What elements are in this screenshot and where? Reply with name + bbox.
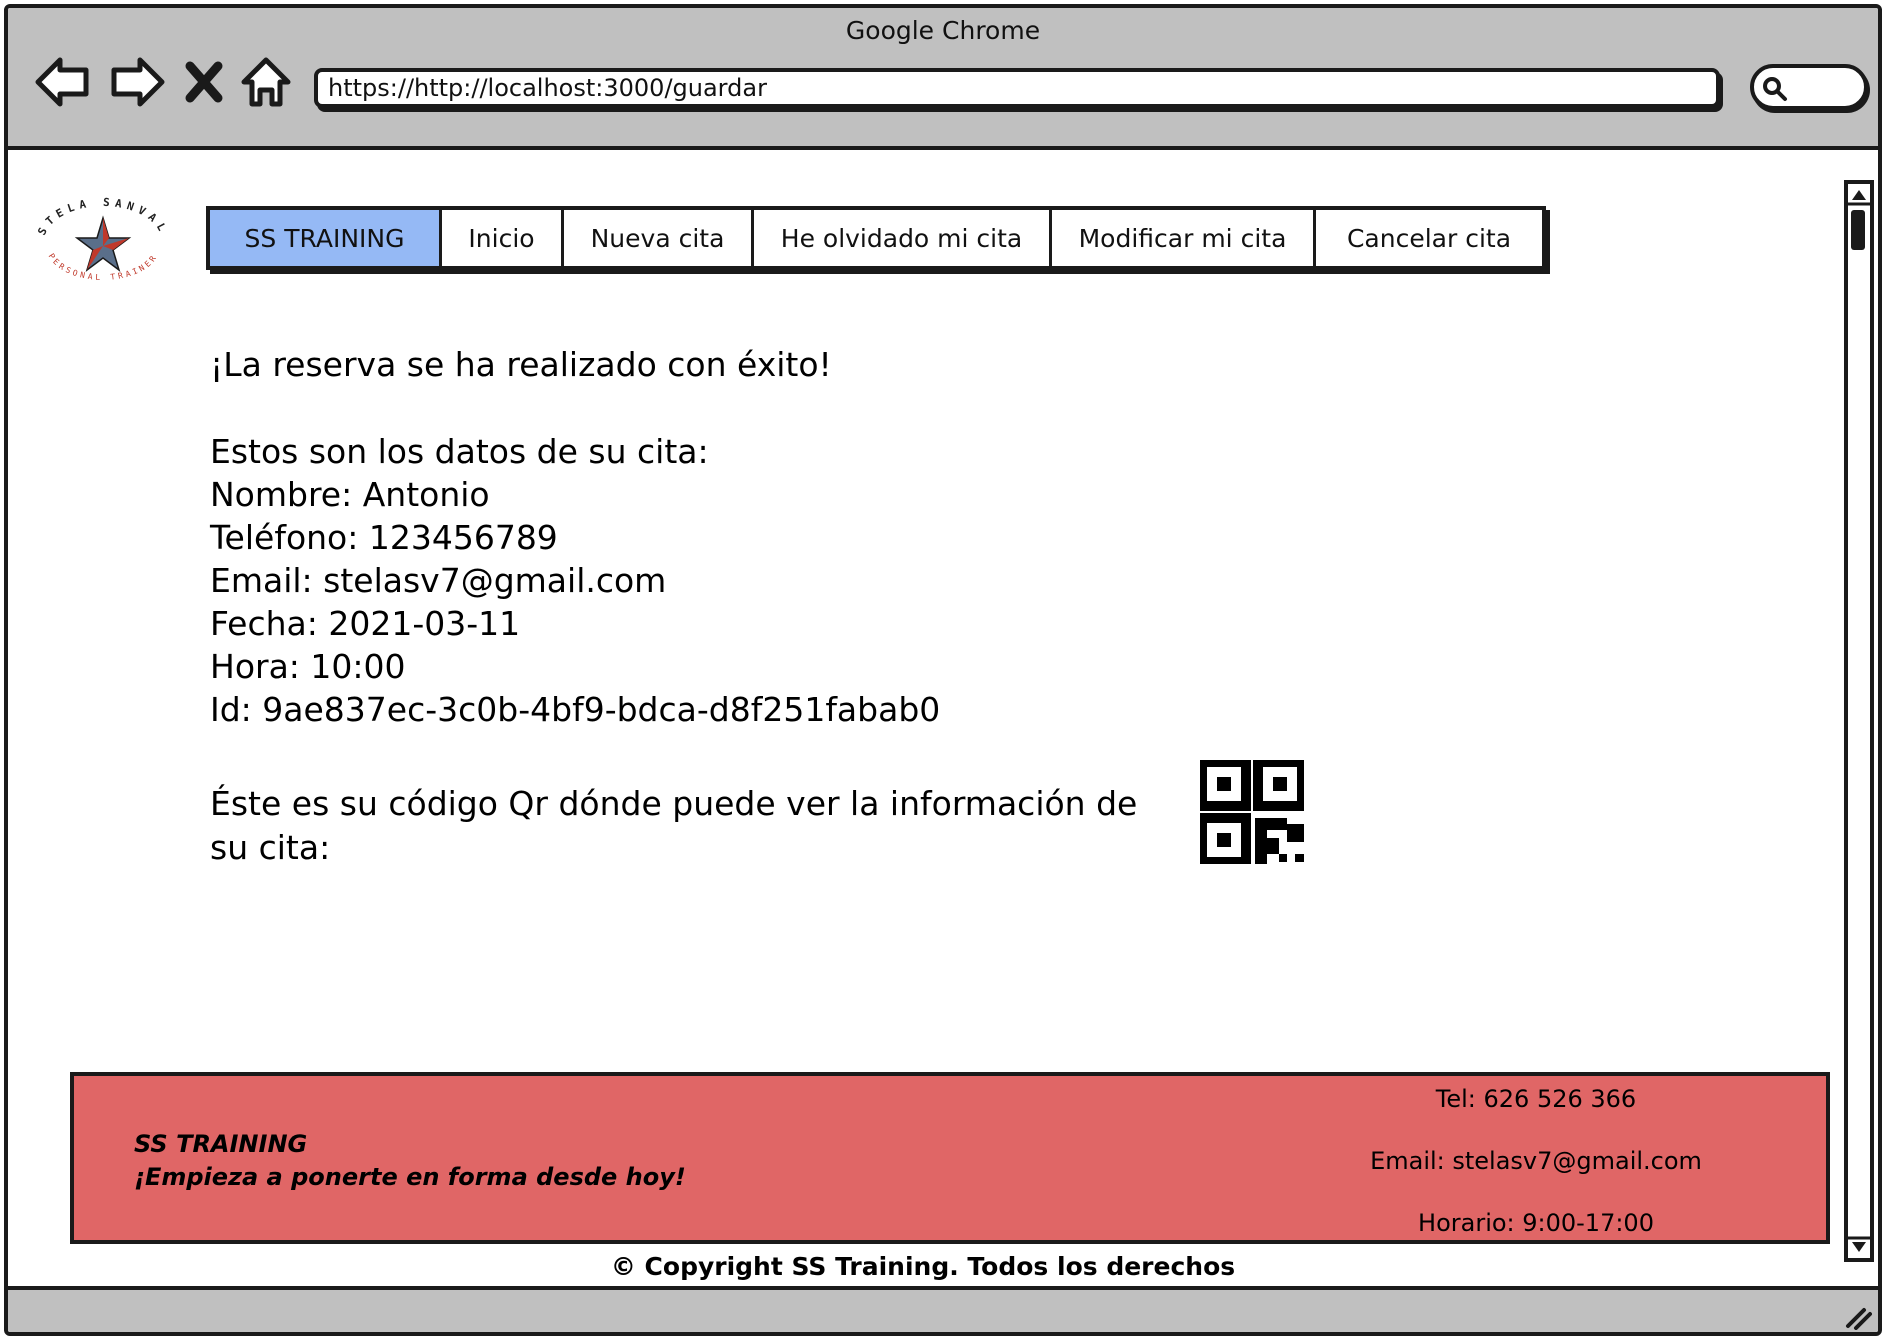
footer-hours: Horario: 9:00-17:00 <box>1418 1209 1654 1237</box>
home-icon[interactable] <box>236 52 296 112</box>
star-icon <box>74 215 132 272</box>
success-message: ¡La reserva se ha realizado con éxito! <box>210 345 832 384</box>
details-intro: Estos son los datos de su cita: <box>210 432 709 471</box>
tab-he-olvidado-mi-cita[interactable]: He olvidado mi cita <box>754 210 1052 266</box>
footer-phone: Tel: 626 526 366 <box>1435 1085 1637 1113</box>
page-viewport: STELA SANVAL PERSONAL TRAINER SS TRAININ… <box>8 154 1874 1286</box>
tab-nueva-cita[interactable]: Nueva cita <box>564 210 754 266</box>
close-x-icon[interactable] <box>182 52 226 112</box>
tab-ss-training[interactable]: SS TRAINING <box>210 210 442 266</box>
scroll-thumb[interactable] <box>1851 210 1865 250</box>
browser-search-field[interactable] <box>1750 64 1868 110</box>
detail-name: Nombre: Antonio <box>210 475 490 514</box>
browser-toolbar: Google Chrome https://http://localhost:3… <box>8 8 1878 150</box>
main-navigation: SS TRAINING Inicio Nueva cita He olvidad… <box>206 206 1546 270</box>
address-bar[interactable]: https://http://localhost:3000/guardar <box>314 68 1720 108</box>
detail-phone: Teléfono: 123456789 <box>210 518 558 557</box>
search-icon <box>1763 77 1787 101</box>
footer-contact-block: Tel: 626 526 366 Email: stelasv7@gmail.c… <box>1346 1084 1726 1239</box>
detail-time: Hora: 10:00 <box>210 647 406 686</box>
qr-description: Éste es su código Qr dónde puede ver la … <box>210 784 1138 867</box>
forward-arrow-icon[interactable] <box>106 52 166 112</box>
scroll-up-arrow-icon[interactable] <box>1848 184 1870 206</box>
footer-brand: SS TRAINING <box>134 1130 308 1158</box>
detail-date: Fecha: 2021-03-11 <box>210 604 521 643</box>
window-title: Google Chrome <box>845 16 1041 45</box>
browser-window: Google Chrome https://http://localhost:3… <box>4 4 1882 1336</box>
detail-id: Id: 9ae837ec-3c0b-4bf9-bdca-d8f251fabab0 <box>210 690 941 729</box>
resize-grip-icon[interactable] <box>1842 1300 1872 1330</box>
footer-email: Email: stelasv7@gmail.com <box>1370 1147 1702 1175</box>
footer-brand-block: SS TRAINING ¡Empieza a ponerte en forma … <box>134 1128 686 1194</box>
booking-confirmation: ¡La reserva se ha realizado con éxito! E… <box>210 344 1210 731</box>
copyright-text: © Copyright SS Training. Todos los derec… <box>610 1252 1236 1281</box>
tab-cancelar-cita[interactable]: Cancelar cita <box>1316 210 1542 266</box>
qr-code-icon[interactable] <box>1200 760 1304 864</box>
browser-status-bar <box>8 1286 1878 1332</box>
tab-modificar-mi-cita[interactable]: Modificar mi cita <box>1052 210 1316 266</box>
tab-inicio[interactable]: Inicio <box>442 210 564 266</box>
detail-email: Email: stelasv7@gmail.com <box>210 561 667 600</box>
scroll-down-arrow-icon[interactable] <box>1848 1236 1870 1258</box>
page-footer: SS TRAINING ¡Empieza a ponerte en forma … <box>70 1072 1830 1244</box>
vertical-scrollbar[interactable] <box>1844 180 1874 1262</box>
footer-tagline: ¡Empieza a ponerte en forma desde hoy! <box>134 1163 686 1191</box>
stela-sanval-logo[interactable]: STELA SANVAL PERSONAL TRAINER <box>34 196 172 290</box>
back-arrow-icon[interactable] <box>34 52 94 112</box>
